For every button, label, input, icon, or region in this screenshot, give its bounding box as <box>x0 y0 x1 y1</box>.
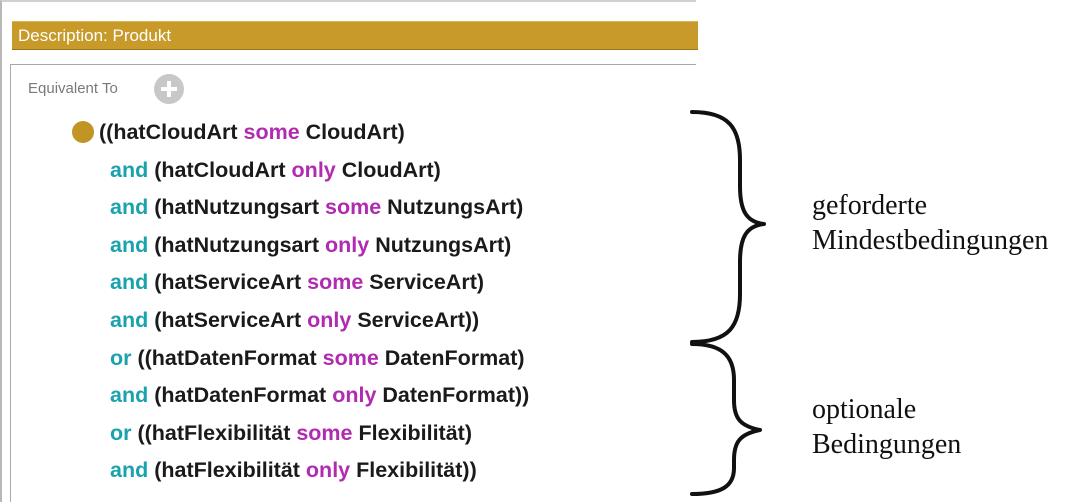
axiom-line: and (hatServiceArt only ServiceArt)) <box>110 304 479 340</box>
optional-brace-icon <box>690 342 762 496</box>
optional-annotation-line1: optionale <box>812 394 917 425</box>
expression-text: (hatDatenFormat <box>148 383 333 408</box>
expression-text: NutzungsArt) <box>381 195 524 220</box>
logic-keyword: or <box>110 345 132 370</box>
logic-keyword: and <box>110 270 149 295</box>
expression-text: (hatServiceArt <box>148 270 308 295</box>
logic-keyword: and <box>110 383 149 408</box>
panel-title-bar: Description: Produkt <box>12 21 698 50</box>
axiom-line: and (hatDatenFormat only DatenFormat)) <box>110 379 529 415</box>
required-conditions-annotation: geforderte Mindestbedingungen <box>812 188 1048 258</box>
expression-text: (hatCloudArt <box>148 157 292 182</box>
axiom-line: and (hatNutzungsart only NutzungsArt) <box>110 229 511 265</box>
expression-text: DatenFormat) <box>378 345 525 370</box>
axiom-line: or ((hatDatenFormat some DatenFormat) <box>110 342 525 378</box>
expression-text: ((hatDatenFormat <box>131 345 323 370</box>
expression-text: (hatNutzungsart <box>148 232 326 257</box>
quantifier-keyword: only <box>325 232 370 257</box>
axiom-line: or ((hatFlexibilität some Flexibilität) <box>110 417 472 453</box>
expression-text: DatenFormat)) <box>376 383 530 408</box>
quantifier-keyword: only <box>291 157 336 182</box>
axiom-line: and (hatNutzungsart some NutzungsArt) <box>110 191 523 227</box>
quantifier-keyword: some <box>296 420 353 445</box>
logic-keyword: and <box>110 195 149 220</box>
expression-text: (hatFlexibilität <box>148 458 306 483</box>
expression-text: ServiceArt)) <box>351 308 480 332</box>
plus-circle-icon <box>161 81 177 97</box>
expression-text: ((hatFlexibilität <box>131 420 297 445</box>
expression-text: NutzungsArt) <box>369 232 512 257</box>
panel-title: Description: Produkt <box>18 26 172 45</box>
quantifier-keyword: some <box>243 120 300 144</box>
axiom-line: ((hatCloudArt some CloudArt) <box>99 116 405 152</box>
required-annotation-line1: geforderte <box>812 190 928 221</box>
expression-text: CloudArt) <box>299 120 405 144</box>
logic-keyword: and <box>110 232 149 257</box>
optional-conditions-annotation: optionale Bedingungen <box>812 392 961 462</box>
expression-text: Flexibilität)) <box>350 458 477 483</box>
quantifier-keyword: only <box>307 308 352 332</box>
optional-annotation-line2: Bedingungen <box>812 429 962 460</box>
quantifier-keyword: some <box>322 345 379 370</box>
logic-keyword: or <box>110 420 132 445</box>
add-equivalent-button[interactable] <box>154 74 184 104</box>
brace-icon-group <box>690 110 766 496</box>
equivalent-to-label: Equivalent To <box>28 80 118 97</box>
axiom-line: and (hatFlexibilität only Flexibilität)) <box>110 454 477 490</box>
logic-keyword: and <box>110 157 149 182</box>
required-annotation-line2: Mindestbedingungen <box>812 225 1049 256</box>
quantifier-keyword: only <box>332 383 377 408</box>
quantifier-keyword: only <box>305 458 351 483</box>
expression-text: CloudArt) <box>335 157 441 182</box>
quantifier-keyword: some <box>325 195 382 220</box>
quantifier-keyword: some <box>307 270 364 295</box>
expression-text: Flexibilität) <box>352 420 472 445</box>
class-expression-dot-icon <box>72 121 94 143</box>
expression-text: (hatNutzungsart <box>148 195 326 220</box>
expression-text: ServiceArt) <box>363 270 485 295</box>
axiom-line: and (hatCloudArt only CloudArt) <box>110 154 441 190</box>
logic-keyword: and <box>110 308 149 332</box>
logic-keyword: and <box>110 458 149 483</box>
axiom-line: and (hatServiceArt some ServiceArt) <box>110 266 484 302</box>
expression-text: (hatServiceArt <box>148 308 308 332</box>
expression-text: ((hatCloudArt <box>99 120 244 144</box>
required-brace-icon <box>690 110 766 344</box>
